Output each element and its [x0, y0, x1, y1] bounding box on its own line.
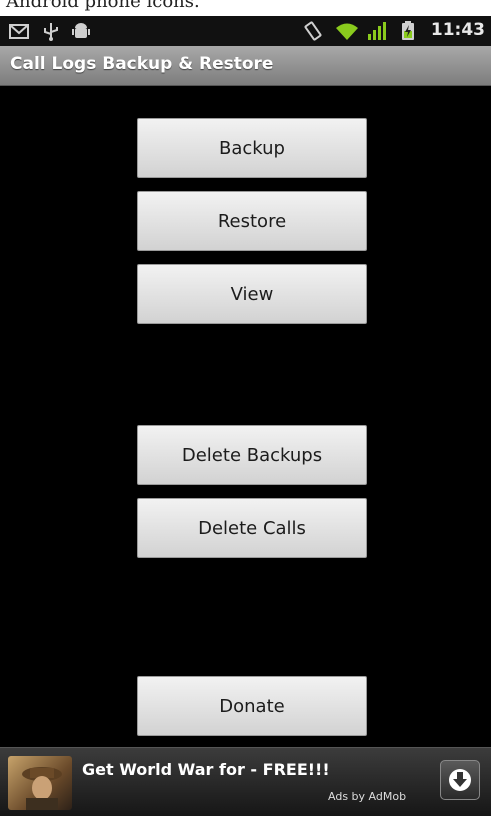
- ad-banner[interactable]: Get World War for - FREE!!! Ads by AdMob: [0, 747, 491, 816]
- ad-attribution: Ads by AdMob: [328, 790, 407, 803]
- gmail-icon: [9, 24, 29, 39]
- soldier-icon: [22, 767, 62, 810]
- usb-icon: [44, 23, 58, 41]
- view-button[interactable]: View: [137, 264, 367, 324]
- battery-charging-icon: [402, 21, 414, 40]
- ad-thumbnail[interactable]: [8, 756, 72, 810]
- delete-calls-button[interactable]: Delete Calls: [137, 498, 367, 558]
- donate-button[interactable]: Donate: [137, 676, 367, 736]
- app-title: Call Logs Backup & Restore: [10, 54, 274, 74]
- wifi-icon: [336, 23, 358, 40]
- caption-text: Android phone icons.: [6, 0, 200, 12]
- restore-button[interactable]: Restore: [137, 191, 367, 251]
- status-bar: 11:43: [0, 16, 491, 46]
- signal-icon: [368, 22, 386, 40]
- delete-backups-button[interactable]: Delete Backups: [137, 425, 367, 485]
- vibrate-icon: [304, 21, 322, 41]
- caption-strip: Android phone icons.: [0, 0, 491, 16]
- download-icon: [449, 769, 471, 791]
- ad-download-button[interactable]: [440, 760, 480, 800]
- backup-button[interactable]: Backup: [137, 118, 367, 178]
- ad-title[interactable]: Get World War for - FREE!!!: [82, 760, 330, 779]
- status-time: 11:43: [430, 20, 485, 40]
- title-bar: Call Logs Backup & Restore: [0, 46, 491, 86]
- android-debug-icon: [72, 23, 90, 38]
